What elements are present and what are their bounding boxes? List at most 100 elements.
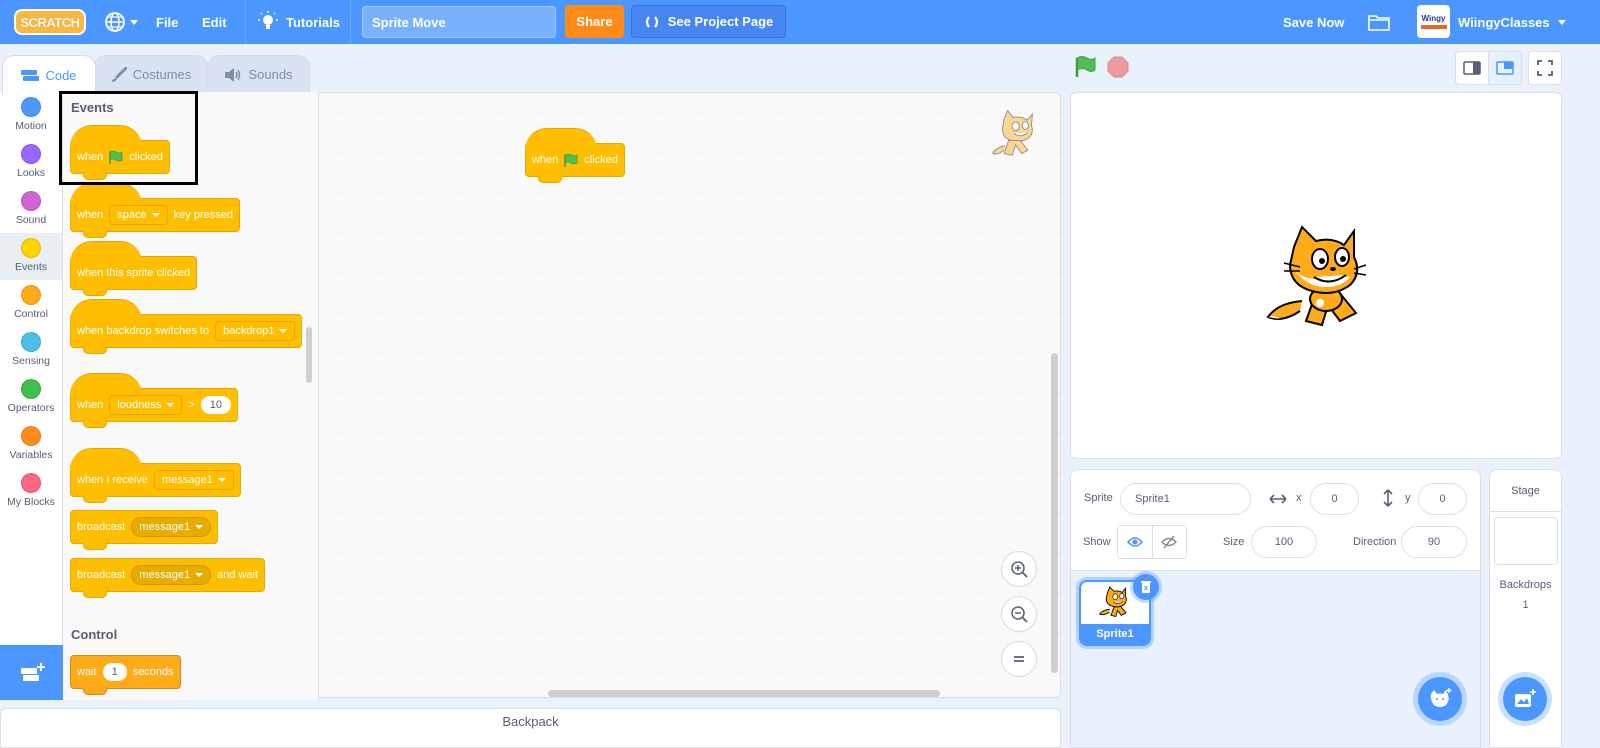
horizontal-arrows-icon — [1269, 494, 1287, 504]
sound-dot-icon — [21, 191, 41, 211]
file-menu[interactable]: File — [156, 0, 178, 44]
block-notch — [538, 175, 562, 183]
category-my-blocks[interactable]: My Blocks — [0, 468, 62, 515]
category-label: Variables — [9, 449, 53, 461]
username: WiingyClasses — [1458, 14, 1550, 30]
block-when-key-pressed[interactable]: when space key pressed — [70, 183, 240, 238]
direction-input[interactable]: 90 — [1401, 526, 1467, 558]
choose-backdrop-button[interactable] — [1503, 677, 1547, 721]
language-menu[interactable] — [104, 0, 138, 44]
tab-code[interactable]: Code — [2, 55, 96, 95]
script-when-flag-clicked[interactable]: when clicked — [525, 128, 625, 183]
category-variables[interactable]: Variables — [0, 421, 62, 468]
category-sensing[interactable]: Sensing — [0, 327, 62, 374]
x-label: x — [1296, 492, 1302, 504]
wait-seconds-input[interactable]: 1 — [102, 663, 127, 681]
block-broadcast[interactable]: broadcast message1 — [70, 510, 219, 550]
fullscreen-button[interactable] — [1528, 51, 1562, 85]
zoom-out-button[interactable] — [1001, 596, 1037, 632]
size-input[interactable]: 100 — [1251, 526, 1317, 558]
large-stage-button[interactable] — [1488, 51, 1522, 85]
green-flag-icon — [1075, 56, 1096, 77]
looks-dot-icon — [21, 144, 41, 164]
x-input[interactable]: 0 — [1310, 483, 1359, 515]
avatar[interactable]: Wingy — [1417, 5, 1450, 38]
block-when-loudness[interactable]: when loudness > 10 — [70, 373, 239, 428]
dropdown-value: backdrop1 — [223, 325, 275, 337]
block-notch — [83, 495, 107, 503]
tab-sounds[interactable]: Sounds — [207, 55, 310, 93]
lightbulb-icon — [258, 11, 278, 29]
stage-canvas[interactable] — [1070, 92, 1562, 459]
category-motion[interactable]: Motion — [0, 92, 62, 139]
account-menu[interactable]: WiingyClasses — [1458, 0, 1566, 44]
y-label: y — [1405, 492, 1411, 504]
stage-thumbnail[interactable] — [1493, 517, 1558, 565]
scratch-logo[interactable]: SCRATCH — [14, 9, 86, 35]
dropdown-value: loudness — [117, 399, 162, 411]
block-text: when this sprite clicked — [77, 267, 191, 279]
tutorials-label: Tutorials — [286, 14, 340, 30]
my-stuff-button[interactable] — [1368, 0, 1390, 44]
block-text: when backdrop switches to — [77, 325, 210, 337]
category-events[interactable]: Events — [0, 233, 62, 280]
block-text: seconds — [132, 666, 174, 678]
category-looks[interactable]: Looks — [0, 139, 62, 186]
block-wait-seconds[interactable]: wait 1 seconds — [70, 655, 181, 695]
show-visible-button[interactable] — [1118, 526, 1153, 558]
choose-sprite-button[interactable] — [1418, 677, 1462, 721]
block-text: broadcast — [77, 569, 126, 581]
sprite-name-input[interactable]: Sprite1 — [1120, 483, 1251, 515]
see-project-page-button[interactable]: See Project Page — [631, 5, 786, 38]
vertical-arrows-icon — [1383, 489, 1393, 507]
block-broadcast-and-wait[interactable]: broadcast message1 and wait — [70, 558, 266, 598]
caret-down-icon — [279, 329, 288, 333]
broadcast-message-dropdown[interactable]: message1 — [131, 517, 212, 537]
palette-scrollbar[interactable] — [306, 327, 312, 383]
tab-sounds-label: Sounds — [248, 67, 293, 82]
message-dropdown[interactable]: message1 — [153, 470, 234, 490]
dropdown-value: message1 — [139, 521, 191, 533]
sprite-thumbnail-icon — [1099, 586, 1127, 618]
script-workspace[interactable]: when clicked — [319, 92, 1061, 698]
share-button[interactable]: Share — [565, 5, 624, 38]
backpack-panel[interactable]: Backpack — [0, 708, 1061, 748]
key-dropdown[interactable]: space — [109, 205, 168, 225]
loudness-value-input[interactable]: 10 — [200, 396, 232, 414]
fullscreen-icon — [1537, 60, 1553, 76]
trash-icon — [1141, 581, 1151, 593]
y-input[interactable]: 0 — [1418, 483, 1467, 515]
zoom-reset-button[interactable] — [1001, 641, 1037, 677]
show-hidden-button[interactable] — [1153, 526, 1187, 558]
workspace-horizontal-scrollbar[interactable] — [548, 690, 940, 697]
edit-menu[interactable]: Edit — [202, 0, 227, 44]
block-text: when I receive — [77, 474, 148, 486]
save-now-button[interactable]: Save Now — [1283, 0, 1344, 44]
block-notch — [83, 590, 107, 598]
tab-costumes[interactable]: Costumes — [94, 55, 208, 93]
broadcast-wait-message-dropdown[interactable]: message1 — [131, 565, 212, 585]
category-label: Sound — [15, 214, 47, 226]
small-stage-button[interactable] — [1455, 51, 1489, 85]
tutorials-button[interactable]: Tutorials — [258, 0, 340, 44]
add-extension-button[interactable] — [0, 645, 63, 700]
category-operators[interactable]: Operators — [0, 374, 62, 421]
project-title-input[interactable]: Sprite Move — [362, 6, 556, 38]
code-icon — [21, 69, 40, 81]
variables-dot-icon — [21, 426, 41, 446]
category-control[interactable]: Control — [0, 280, 62, 327]
stop-button[interactable] — [1107, 56, 1129, 83]
green-flag-button[interactable] — [1075, 56, 1097, 83]
zoom-in-button[interactable] — [1001, 551, 1037, 587]
menu-divider — [350, 0, 351, 44]
backdrop-dropdown[interactable]: backdrop1 — [215, 321, 296, 341]
stage-selector-panel[interactable]: Stage Backdrops 1 — [1489, 469, 1562, 748]
category-sound[interactable]: Sound — [0, 186, 62, 233]
block-when-sprite-clicked[interactable]: when this sprite clicked — [70, 241, 198, 296]
delete-sprite-button[interactable] — [1133, 574, 1159, 600]
caret-down-icon — [151, 213, 160, 217]
block-when-i-receive[interactable]: when I receive message1 — [70, 448, 241, 503]
block-when-backdrop-switches[interactable]: when backdrop switches to backdrop1 — [70, 299, 303, 354]
sensor-dropdown[interactable]: loudness — [109, 395, 183, 415]
workspace-vertical-scrollbar[interactable] — [1051, 353, 1058, 673]
